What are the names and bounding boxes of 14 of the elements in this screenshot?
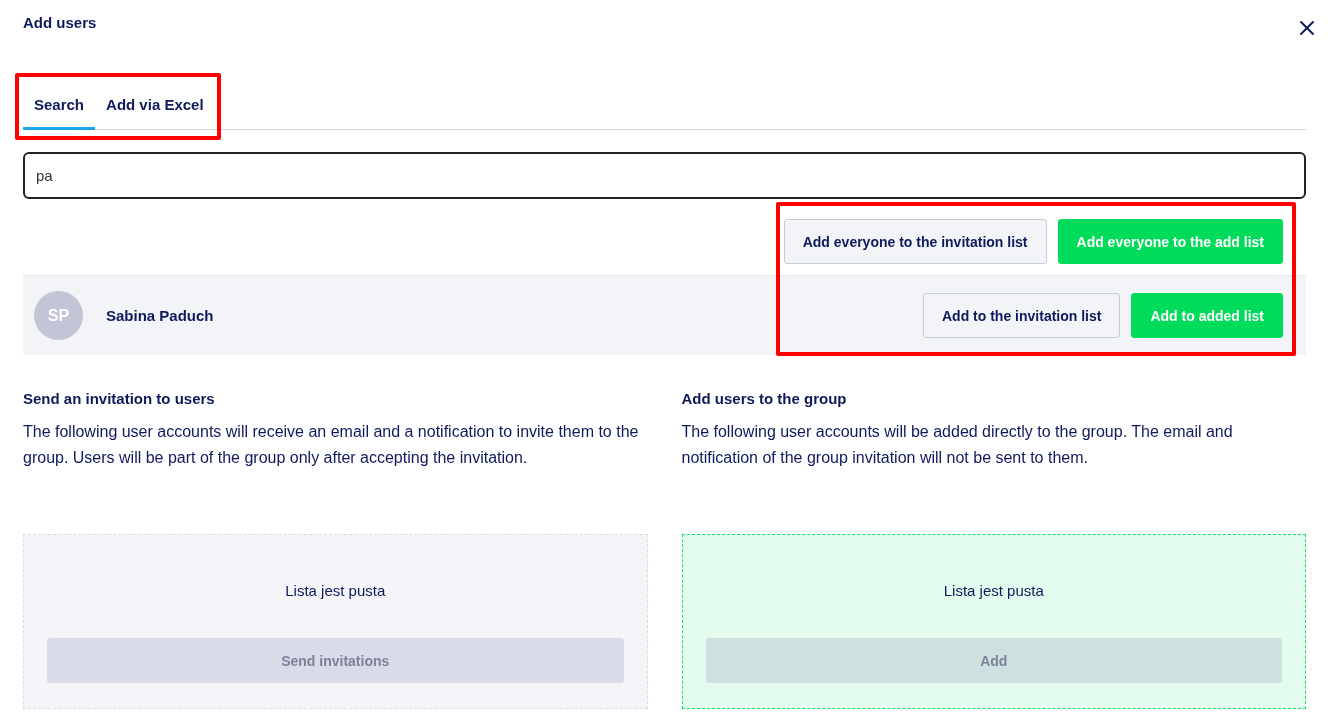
user-name: Sabina Paduch [106, 307, 215, 324]
empty-list-text: Lista jest pusta [285, 582, 386, 599]
section-description: The following user accounts will receive an email and a notification to invite them to the group. Users will be part of the group only after accepting the invitation. [23, 422, 640, 468]
add-user-button[interactable]: Add to the invitation list [923, 293, 1121, 338]
section-heading: Add users to the group [681, 390, 848, 407]
section-description: The following user accounts will be added directly to the group. The email and notification of the group invitation will not be sent to them. [681, 422, 1234, 468]
dialog-title: Add users [23, 14, 97, 31]
tab[interactable]: Add via Excel [95, 88, 215, 130]
section-heading: Send an invitation to users [23, 390, 216, 407]
tab[interactable]: Search [23, 88, 96, 130]
search-field[interactable]: pa [23, 152, 1306, 199]
avatar-initials: SP [34, 291, 83, 340]
empty-list-text: Lista jest pusta [943, 582, 1044, 599]
add-all-button[interactable]: Add everyone to the invitation list [783, 219, 1047, 264]
